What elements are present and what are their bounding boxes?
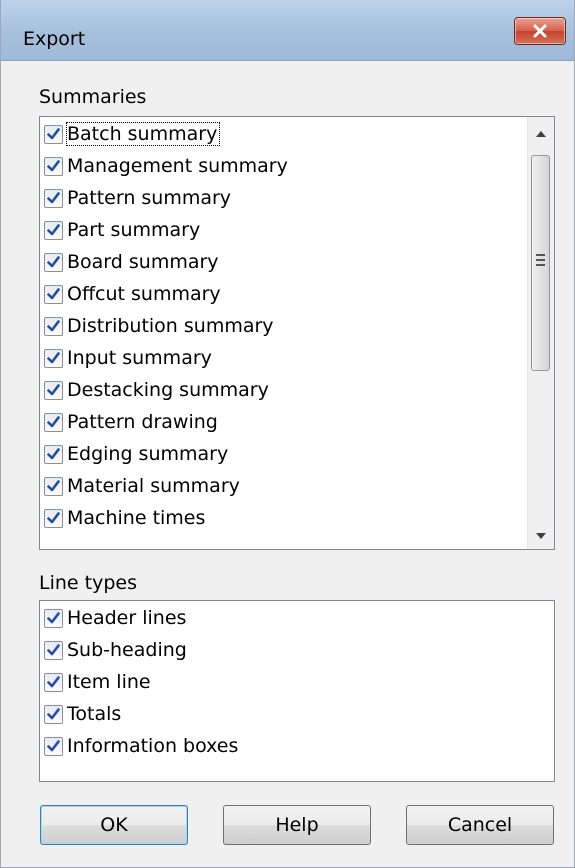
checkmark-icon xyxy=(47,288,60,300)
scroll-down-icon xyxy=(536,533,546,539)
checkbox-label: Material summary xyxy=(67,475,240,497)
checkbox[interactable] xyxy=(44,284,63,304)
grip-line xyxy=(536,264,545,266)
scroll-thumb[interactable] xyxy=(531,155,550,371)
checkbox-item[interactable]: Material summary xyxy=(44,471,240,501)
checkmark-icon xyxy=(47,612,60,624)
checkbox-label: Edging summary xyxy=(67,443,229,465)
scroll-up-button[interactable] xyxy=(528,121,554,147)
help-button[interactable]: Help xyxy=(223,805,371,845)
checkbox-item[interactable]: Sub-heading xyxy=(44,635,187,665)
checkmark-icon xyxy=(47,160,60,172)
checkmark-icon xyxy=(47,192,60,204)
close-icon xyxy=(533,24,547,38)
checkbox-label: Sub-heading xyxy=(67,639,187,661)
checkmark-icon xyxy=(47,708,60,720)
checkbox[interactable] xyxy=(44,444,63,464)
checkbox-item[interactable]: Header lines xyxy=(44,603,186,633)
checkbox-label: Batch summary xyxy=(65,122,221,146)
checkbox-item[interactable]: Edging summary xyxy=(44,439,228,469)
checkbox-item[interactable]: Distribution summary xyxy=(44,311,274,341)
checkbox-item[interactable]: Machine times xyxy=(44,503,205,533)
checkbox[interactable] xyxy=(44,736,63,756)
checkmark-icon xyxy=(47,448,60,460)
checkbox-label: Machine times xyxy=(67,507,206,529)
checkmark-icon xyxy=(47,224,60,236)
checkbox-label: Pattern drawing xyxy=(67,411,218,433)
checkmark-icon xyxy=(47,676,60,688)
summaries-label: Summaries xyxy=(39,86,147,108)
checkbox[interactable] xyxy=(44,704,63,724)
checkmark-icon xyxy=(47,128,60,140)
checkbox[interactable] xyxy=(44,220,63,240)
checkbox-label: Item line xyxy=(67,671,151,693)
checkbox-item[interactable]: Offcut summary xyxy=(44,279,221,309)
checkbox-item[interactable]: Batch summary xyxy=(44,119,221,149)
grip-line xyxy=(536,254,545,256)
checkbox-item[interactable]: Part summary xyxy=(44,215,200,245)
checkbox[interactable] xyxy=(44,412,63,432)
checkmark-icon xyxy=(47,352,60,364)
checkbox-label: Destacking summary xyxy=(67,379,269,401)
checkbox[interactable] xyxy=(44,188,63,208)
line-types-listbox[interactable]: Information boxes Totals Item line Sub-head… xyxy=(39,600,555,782)
checkbox-item[interactable]: Item line xyxy=(44,667,151,697)
checkbox-item[interactable]: Management summary xyxy=(44,151,288,181)
checkbox-item[interactable]: Information boxes xyxy=(44,731,238,761)
checkbox-label: Board summary xyxy=(67,251,219,273)
checkmark-icon xyxy=(47,384,60,396)
ok-button[interactable]: OK xyxy=(40,805,188,845)
checkbox[interactable] xyxy=(44,348,63,368)
dialog-title: Export xyxy=(23,28,86,50)
checkmark-icon xyxy=(47,416,60,428)
checkmark-icon xyxy=(47,512,60,524)
checkbox[interactable] xyxy=(44,508,63,528)
summaries-listbox[interactable]: Machine times Material summary Edging summ… xyxy=(39,116,555,550)
checkmark-icon xyxy=(47,644,60,656)
checkbox-label: Input summary xyxy=(67,347,212,369)
scroll-down-button[interactable] xyxy=(528,523,554,549)
checkbox-item[interactable]: Pattern drawing xyxy=(44,407,218,437)
summaries-scrollbar[interactable] xyxy=(527,117,554,549)
checkmark-icon xyxy=(47,256,60,268)
checkbox[interactable] xyxy=(44,252,63,272)
checkbox[interactable] xyxy=(44,156,63,176)
checkmark-icon xyxy=(47,740,60,752)
close-button[interactable] xyxy=(514,17,566,45)
checkbox[interactable] xyxy=(44,608,63,628)
checkbox-item[interactable]: Pattern summary xyxy=(44,183,231,213)
line-types-label: Line types xyxy=(39,572,137,594)
scroll-up-icon xyxy=(536,131,546,137)
checkbox-item[interactable]: Totals xyxy=(44,699,121,729)
grip-line xyxy=(536,259,545,261)
checkbox-item[interactable]: Input summary xyxy=(44,343,212,373)
checkbox[interactable] xyxy=(44,124,63,144)
checkbox-label: Totals xyxy=(67,703,122,725)
checkbox[interactable] xyxy=(44,380,63,400)
cancel-button[interactable]: Cancel xyxy=(406,805,554,845)
checkmark-icon xyxy=(47,480,60,492)
checkbox-label: Management summary xyxy=(67,155,288,177)
checkbox-item[interactable]: Board summary xyxy=(44,247,219,277)
checkbox[interactable] xyxy=(44,672,63,692)
checkbox[interactable] xyxy=(44,316,63,336)
checkmark-icon xyxy=(47,320,60,332)
checkbox-label: Header lines xyxy=(67,607,187,629)
checkbox[interactable] xyxy=(44,640,63,660)
export-dialog: Export Summaries Machine times Material s… xyxy=(0,0,575,868)
checkbox-item[interactable]: Destacking summary xyxy=(44,375,269,405)
checkbox-label: Pattern summary xyxy=(67,187,232,209)
checkbox-label: Offcut summary xyxy=(67,283,221,305)
checkbox-label: Information boxes xyxy=(67,735,239,757)
title-bar[interactable]: Export xyxy=(1,0,574,61)
checkbox-label: Distribution summary xyxy=(67,315,274,337)
checkbox[interactable] xyxy=(44,476,63,496)
checkbox-label: Part summary xyxy=(67,219,201,241)
